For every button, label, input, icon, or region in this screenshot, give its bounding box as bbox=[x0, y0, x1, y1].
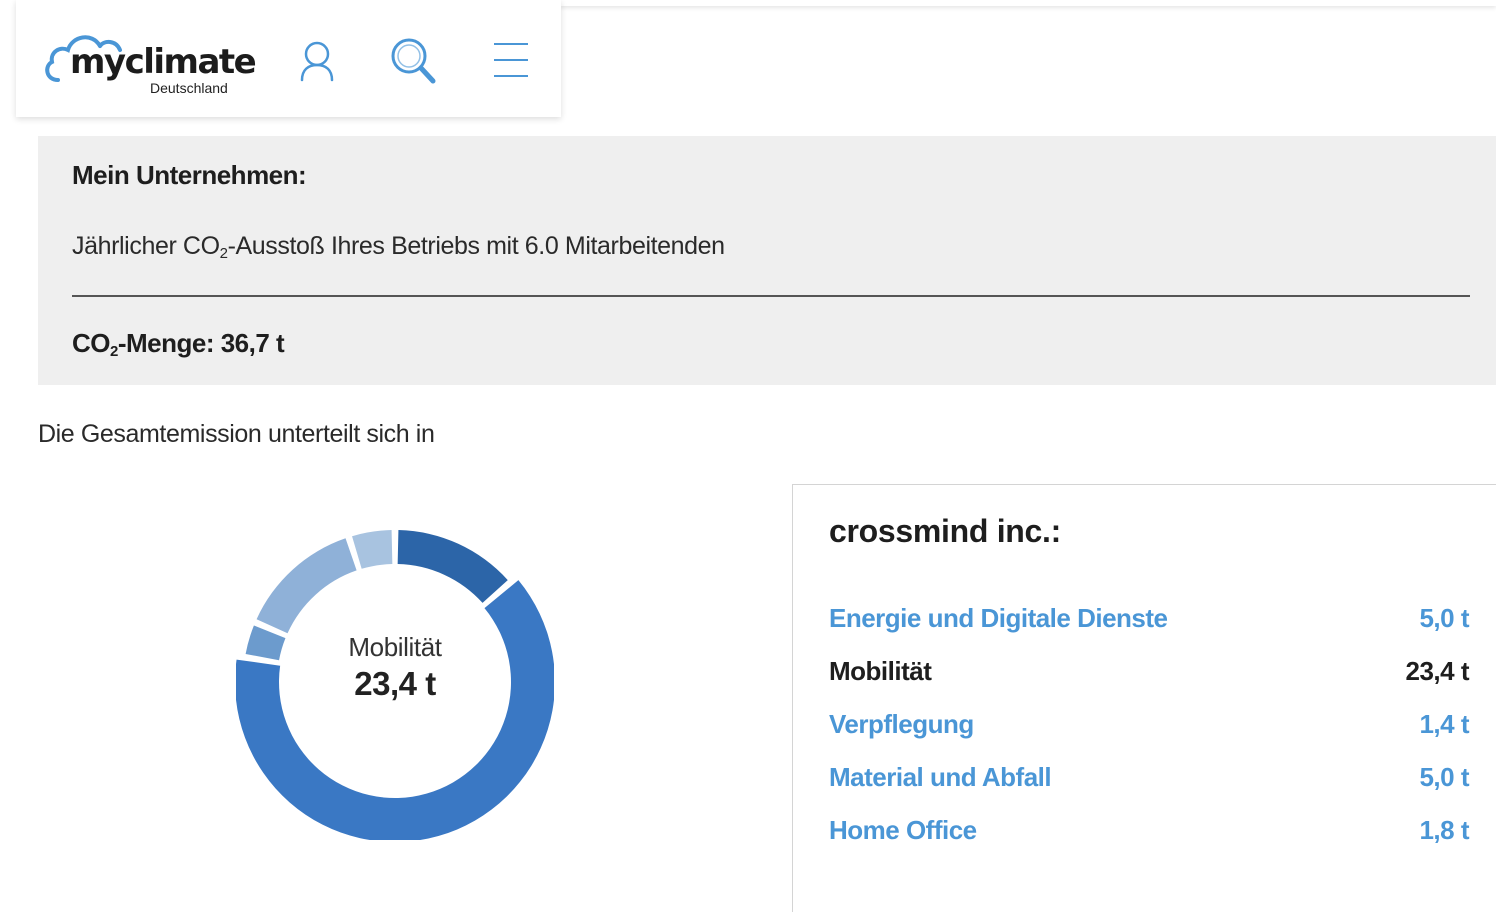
breakdown-row[interactable]: Home Office 1,8 t bbox=[829, 815, 1469, 855]
donut-center-label: Mobilität bbox=[348, 632, 442, 662]
breakdown-row-value: 1,8 t bbox=[1419, 815, 1469, 845]
summary-description: Jährlicher CO2-Ausstoß Ihres Betriebs mi… bbox=[72, 232, 725, 262]
breakdown-row-label: Verpflegung bbox=[829, 709, 974, 739]
breakdown-row: Mobilität 23,4 t bbox=[829, 656, 1469, 696]
donut-slice[interactable] bbox=[397, 530, 508, 603]
breakdown-row-label: Mobilität bbox=[829, 656, 932, 686]
summary-title: Mein Unternehmen: bbox=[72, 160, 307, 190]
donut-slice[interactable] bbox=[256, 538, 357, 634]
emission-donut-chart: Mobilität 23,4 t bbox=[235, 514, 555, 842]
donut-center-value: 23,4 t bbox=[354, 665, 436, 702]
breakdown-row[interactable]: Material und Abfall 5,0 t bbox=[829, 762, 1469, 802]
breakdown-row-value: 5,0 t bbox=[1419, 603, 1469, 633]
top-strip bbox=[560, 0, 1496, 6]
breakdown-row-value: 23,4 t bbox=[1405, 656, 1470, 686]
site-header: myclimate Deutschland bbox=[16, 0, 561, 117]
breakdown-row-label: Home Office bbox=[829, 815, 977, 845]
donut-slice[interactable] bbox=[352, 530, 393, 569]
breakdown-row-label: Material und Abfall bbox=[829, 762, 1052, 792]
breakdown-title: crossmind inc.: bbox=[829, 513, 1062, 549]
breakdown-row-value: 1,4 t bbox=[1419, 709, 1469, 739]
breakdown-row[interactable]: Verpflegung 1,4 t bbox=[829, 709, 1469, 749]
logo-word: myclimate bbox=[70, 42, 257, 82]
search-icon[interactable] bbox=[388, 36, 438, 86]
breakdown-row-label: Energie und Digitale Dienste bbox=[829, 603, 1168, 633]
myclimate-logo[interactable]: myclimate Deutschland bbox=[44, 24, 257, 99]
user-icon[interactable] bbox=[292, 36, 342, 86]
logo-subtitle: Deutschland bbox=[150, 80, 228, 96]
breakdown-card: crossmind inc.: Energie und Digitale Die… bbox=[792, 484, 1496, 912]
breakdown-row[interactable]: Energie und Digitale Dienste 5,0 t bbox=[829, 603, 1469, 643]
page: myclimate Deutschland Mein Unternehmen: … bbox=[0, 0, 1496, 912]
co2-amount: CO2-Menge: 36,7 t bbox=[72, 328, 285, 360]
breakdown-intro: Die Gesamtemission unterteilt sich in bbox=[38, 420, 435, 448]
donut-center: Mobilität 23,4 t bbox=[236, 632, 554, 703]
breakdown-row-value: 5,0 t bbox=[1419, 762, 1469, 792]
company-summary: Mein Unternehmen: Jährlicher CO2-Ausstoß… bbox=[38, 136, 1496, 385]
menu-icon[interactable] bbox=[488, 36, 538, 86]
summary-divider bbox=[72, 295, 1470, 297]
